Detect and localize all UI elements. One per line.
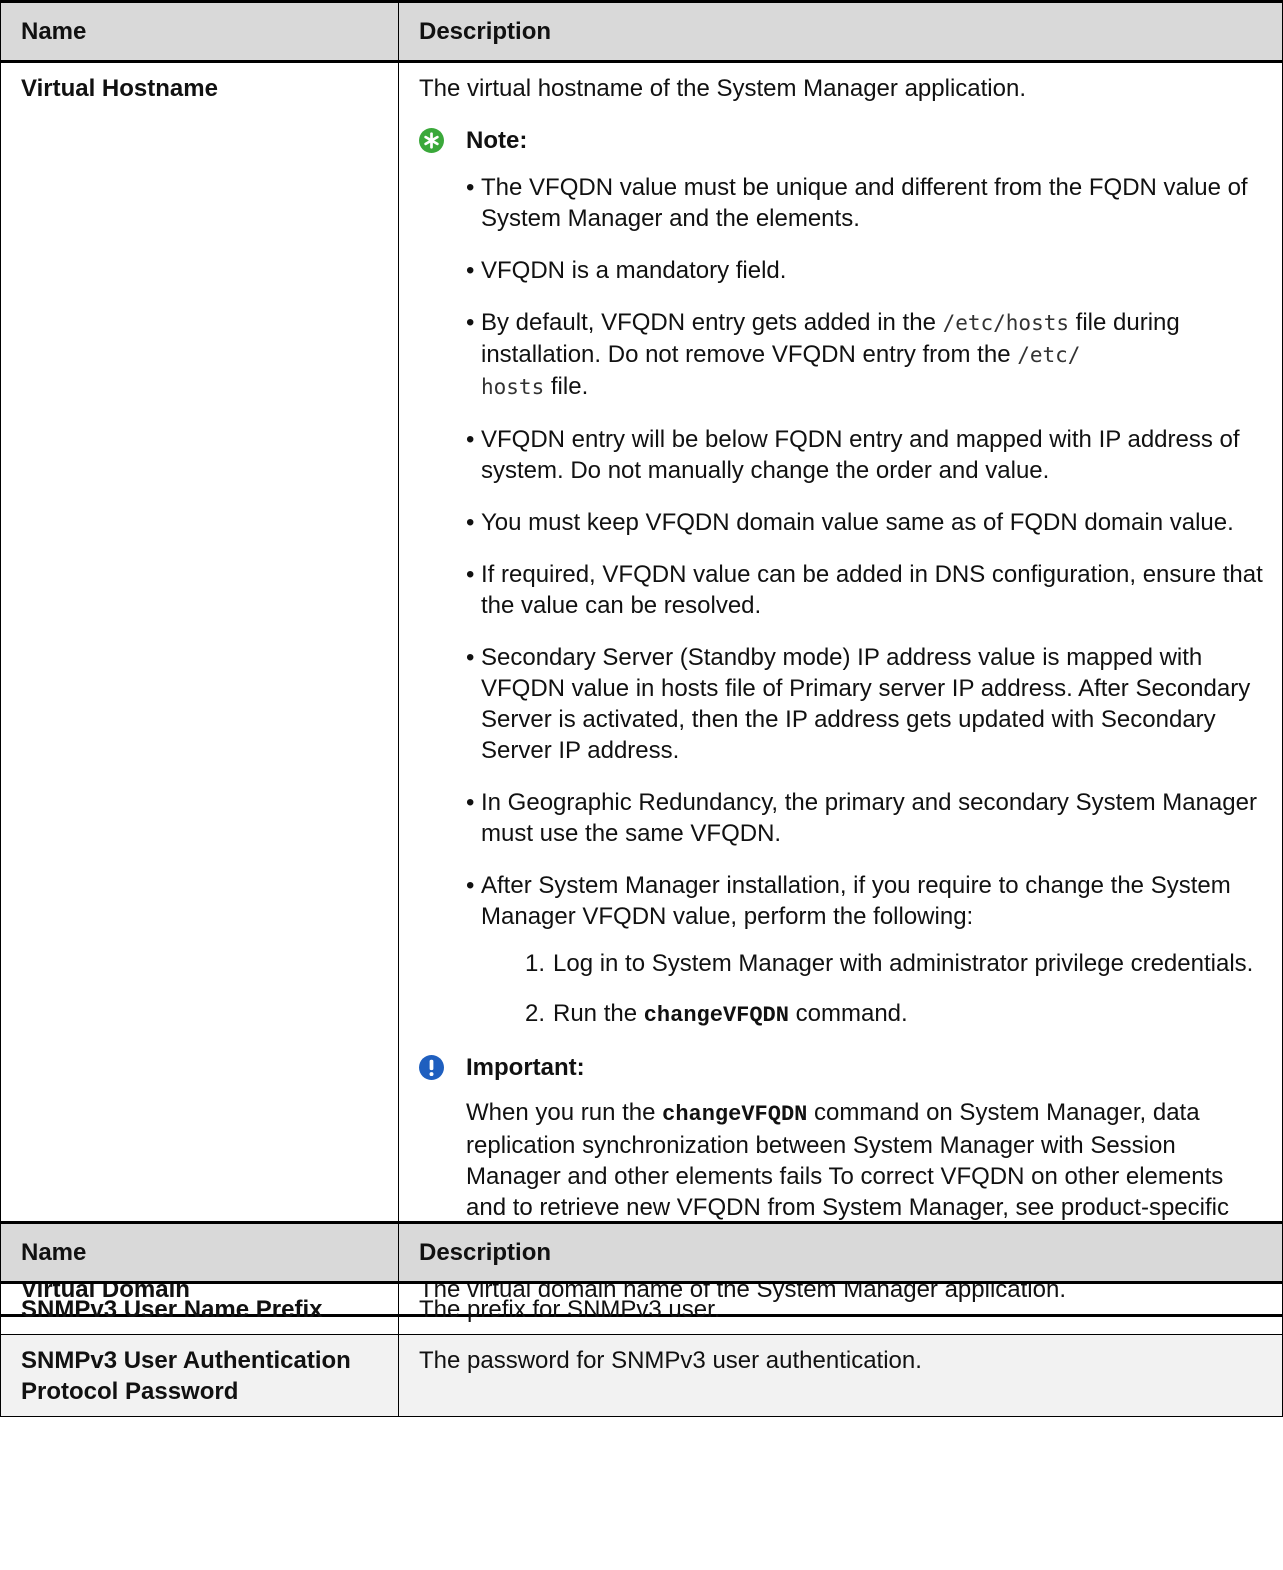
table-header-row: Name Description <box>0 1222 1283 1283</box>
list-item: By default, VFQDN entry gets added in th… <box>466 307 1268 403</box>
step-text: Log in to System Manager with administra… <box>553 950 1254 977</box>
row-description-snmpv3-prefix: The prefix for SNMPv3 user. <box>398 1282 1283 1335</box>
header-description: Description <box>398 1 1283 62</box>
list-item: In Geographic Redundancy, the primary an… <box>466 787 1268 849</box>
row-name-virtual-hostname: Virtual Hostname <box>0 61 399 1264</box>
header-name: Name <box>0 1222 399 1283</box>
bullet-text: After System Manager installation, if yo… <box>481 872 1231 930</box>
table-header-row: Name Description <box>0 1 1283 62</box>
row-name-snmpv3-prefix: SNMPv3 User Name Prefix <box>0 1282 399 1335</box>
list-item: VFQDN entry will be below FQDN entry and… <box>466 424 1268 486</box>
row-description-virtual-hostname: The virtual hostname of the System Manag… <box>398 61 1283 1264</box>
virtual-hostname-table: Name Description Virtual Hostname The vi… <box>0 0 1283 1317</box>
list-item: Secondary Server (Standby mode) IP addre… <box>466 642 1268 766</box>
header-description: Description <box>398 1222 1283 1283</box>
code-changevfqdn: changeVFQDN <box>662 1102 808 1127</box>
table-row: Virtual Hostname The virtual hostname of… <box>0 61 1283 1264</box>
step-text: command. <box>788 1000 908 1027</box>
list-item: VFQDN is a mandatory field. <box>466 255 1268 286</box>
note-body: The VFQDN value must be unique and diffe… <box>419 172 1268 1031</box>
important-text: When you run the <box>466 1099 663 1126</box>
note-heading: Note: <box>419 125 1268 156</box>
row-name-snmpv3-auth-password: SNMPv3 User Authentication Protocol Pass… <box>0 1334 399 1417</box>
bullet-text: By default, VFQDN entry gets added in th… <box>481 309 943 336</box>
note-asterisk-icon <box>419 128 444 153</box>
bullet-text: file. <box>544 373 589 400</box>
note-label: Note: <box>466 127 528 154</box>
important-exclamation-icon <box>419 1055 444 1080</box>
header-name: Name <box>0 1 399 62</box>
list-item: After System Manager installation, if yo… <box>466 870 1268 1031</box>
table-row: SNMPv3 User Name Prefix The prefix for S… <box>0 1282 1283 1335</box>
step-number: 2. <box>525 1000 546 1027</box>
important-heading: Important: <box>419 1052 1268 1083</box>
snmpv3-table: Name Description SNMPv3 User Name Prefix… <box>0 1221 1283 1417</box>
table-row: SNMPv3 User Authentication Protocol Pass… <box>0 1334 1283 1417</box>
step-number: 1. <box>525 950 546 977</box>
steps-list: 1. Log in to System Manager with administ… <box>481 948 1268 1031</box>
important-label: Important: <box>466 1054 585 1081</box>
list-item: You must keep VFQDN domain value same as… <box>466 507 1268 538</box>
step-item: 2. Run the changeVFQDN command. <box>525 998 1268 1031</box>
code-etc-hosts: /etc/hosts <box>942 311 1070 335</box>
description-intro: The virtual hostname of the System Manag… <box>419 75 1026 102</box>
list-item: The VFQDN value must be unique and diffe… <box>466 172 1268 234</box>
code-changevfqdn: changeVFQDN <box>643 1003 789 1028</box>
list-item: If required, VFQDN value can be added in… <box>466 559 1268 621</box>
row-description-snmpv3-auth-password: The password for SNMPv3 user authenticat… <box>398 1334 1283 1417</box>
step-item: 1. Log in to System Manager with administ… <box>525 948 1268 979</box>
step-text: Run the <box>553 1000 644 1027</box>
note-bullet-list: The VFQDN value must be unique and diffe… <box>466 172 1268 1031</box>
